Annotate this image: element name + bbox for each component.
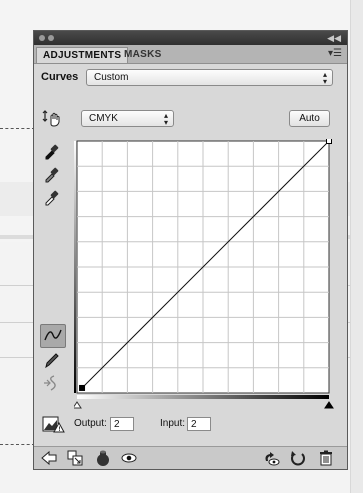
visibility-icon[interactable] [94,449,112,467]
panel-menu-icon[interactable]: ▾☰ [328,48,342,59]
adjustments-panel: ◀◀ ADJUSTMENTS MASKS ▾☰ Curves Custom ▴ ▾… [33,30,348,470]
white-point-eyedropper-icon[interactable] [41,187,61,207]
return-arrow-icon[interactable] [40,449,58,467]
output-label: Output: [74,418,107,429]
curves-graph[interactable] [74,139,334,424]
preset-select[interactable]: Custom ▴ ▾ [86,69,333,86]
clipping-warning-icon[interactable]: ! [42,415,66,433]
channel-value: CMYK [89,113,118,124]
input-gradient-bar [77,395,329,399]
input-label: Input: [160,418,186,429]
view-previous-state-icon[interactable] [262,449,280,467]
trash-icon[interactable] [317,449,335,467]
background-dashed-line [0,444,35,445]
curve-control-point [79,384,86,391]
input-field[interactable]: 2 [187,417,211,431]
black-point-slider [74,401,82,409]
output-gradient-bar [74,141,76,393]
tab-masks[interactable]: MASKS [118,47,168,63]
select-arrows-icon: ▴ ▾ [322,70,327,86]
panel-tab-row: ADJUSTMENTS MASKS ▾☰ [34,45,347,64]
panel-titlebar[interactable]: ◀◀ [34,31,347,45]
tab-adjustments[interactable]: ADJUSTMENTS [36,47,129,63]
auto-button[interactable]: Auto [289,110,330,127]
smooth-curve-icon[interactable] [42,373,62,393]
titlebar-grip-icon [39,35,45,41]
select-arrows-icon: ▴ ▾ [163,111,168,127]
pencil-icon[interactable] [42,350,62,370]
channel-select[interactable]: CMYK ▴ ▾ [81,110,174,127]
background-scroll-column [350,0,363,493]
collapse-icon[interactable]: ◀◀ [327,33,341,44]
svg-text:!: ! [59,427,61,433]
white-point-slider [324,401,334,409]
background-dashed-line [0,128,35,129]
output-field[interactable]: 2 [110,417,134,431]
view-previous-icon[interactable] [120,449,138,467]
curve-control-point [326,139,332,144]
clip-to-layer-icon[interactable] [66,449,84,467]
curves-chart-svg[interactable] [74,139,334,424]
gray-point-eyedropper-icon[interactable] [41,164,61,184]
reset-icon[interactable] [289,449,307,467]
panel-bottom-bar [34,446,347,469]
curve-points-icon[interactable] [40,324,66,348]
titlebar-grip-icon [48,35,54,41]
curves-title: Curves [41,71,79,83]
hand-adjust-icon[interactable] [42,108,62,128]
preset-value: Custom [94,72,129,83]
black-point-eyedropper-icon[interactable] [41,141,61,161]
